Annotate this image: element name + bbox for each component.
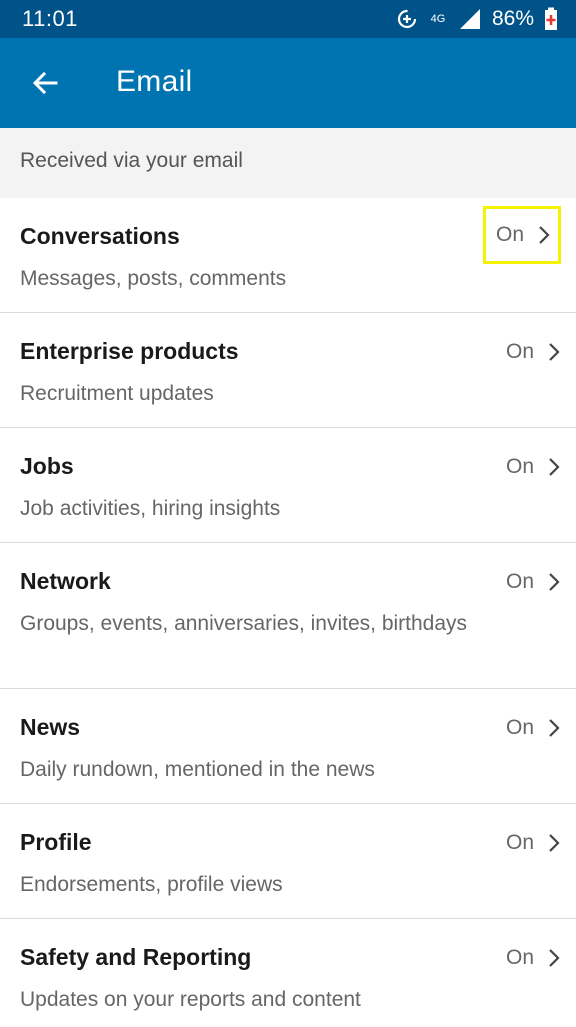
status-value: On — [505, 455, 534, 478]
list-item-news[interactable]: News Daily rundown, mentioned in the new… — [0, 689, 576, 804]
chevron-right-icon — [539, 226, 550, 244]
battery-icon — [544, 7, 558, 31]
chevron-right-icon — [549, 949, 560, 967]
chevron-right-icon — [549, 343, 560, 361]
row-toggle-status[interactable]: On — [480, 450, 560, 484]
status-bar: 11:01 4G 86% — [0, 0, 576, 38]
chevron-right-icon — [549, 834, 560, 852]
signal-icon — [458, 8, 482, 30]
list-item-network[interactable]: Network Groups, events, anniversaries, i… — [0, 543, 576, 689]
list-item-jobs[interactable]: Jobs Job activities, hiring insights On — [0, 428, 576, 543]
row-toggle-status[interactable]: On — [480, 826, 560, 860]
row-title: Network — [20, 568, 111, 594]
list-item-safety-and-reporting[interactable]: Safety and Reporting Updates on your rep… — [0, 919, 576, 1027]
row-toggle-status[interactable]: On — [480, 711, 560, 745]
row-title: Safety and Reporting — [20, 944, 252, 970]
page-title: Email — [116, 65, 193, 98]
row-title: Enterprise products — [20, 338, 239, 364]
row-title: Profile — [20, 829, 92, 855]
list-item-enterprise-products[interactable]: Enterprise products Recruitment updates … — [0, 313, 576, 428]
network-type-icon: 4G — [428, 13, 448, 25]
row-toggle-status[interactable]: On — [480, 941, 560, 975]
row-title: Jobs — [20, 453, 74, 479]
chevron-right-icon — [549, 573, 560, 591]
status-value: On — [505, 340, 534, 363]
status-icons: 4G 86% — [396, 5, 558, 33]
back-arrow-icon — [32, 71, 58, 95]
list-item-conversations[interactable]: Conversations Messages, posts, comments … — [0, 198, 576, 313]
back-button[interactable] — [22, 60, 68, 106]
row-toggle-status[interactable]: On — [480, 335, 560, 369]
row-subtitle: Recruitment updates — [20, 382, 214, 405]
status-value: On — [505, 831, 534, 854]
row-toggle-status[interactable]: On — [483, 206, 561, 264]
row-title: Conversations — [20, 223, 180, 249]
email-settings-list: Conversations Messages, posts, comments … — [0, 198, 576, 1027]
chevron-right-icon — [549, 458, 560, 476]
row-subtitle: Job activities, hiring insights — [20, 497, 281, 520]
status-value: On — [505, 946, 534, 969]
row-subtitle: Groups, events, anniversaries, invites, … — [20, 612, 468, 635]
app-bar: Email — [0, 38, 576, 128]
row-subtitle: Endorsements, profile views — [20, 873, 283, 896]
battery-percent: 86% — [491, 7, 534, 30]
list-item-profile[interactable]: Profile Endorsements, profile views On — [0, 804, 576, 919]
row-subtitle: Daily rundown, mentioned in the news — [20, 758, 375, 781]
network-type-label: 4G — [430, 13, 446, 25]
status-value: On — [505, 570, 534, 593]
status-time: 11:01 — [22, 6, 78, 31]
row-toggle-status[interactable]: On — [480, 565, 560, 599]
data-saver-icon — [396, 8, 418, 30]
status-value: On — [505, 716, 534, 739]
row-subtitle: Messages, posts, comments — [20, 267, 287, 290]
row-title: News — [20, 714, 81, 740]
row-subtitle: Updates on your reports and content — [20, 988, 361, 1011]
section-header: Received via your email — [0, 128, 576, 198]
status-value: On — [495, 223, 524, 246]
chevron-right-icon — [549, 719, 560, 737]
